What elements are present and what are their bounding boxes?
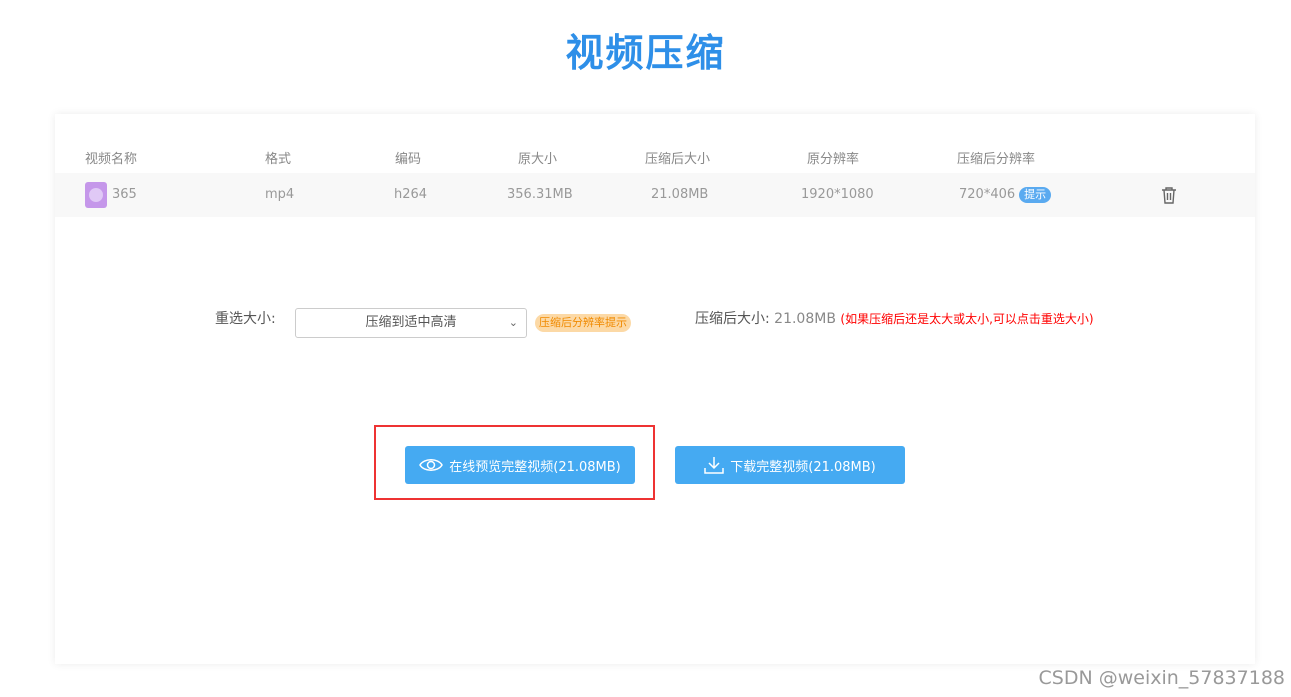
col-codec: 编码 — [395, 152, 422, 167]
eye-icon — [419, 459, 444, 471]
video-codec: h264 — [394, 187, 428, 202]
download-icon — [704, 457, 724, 474]
preview-label: 在线预览完整视频(21.08MB) — [449, 459, 621, 475]
preview-button[interactable]: 在线预览完整视频(21.08MB) — [405, 446, 635, 484]
trash-icon[interactable] — [1161, 186, 1177, 204]
col-format: 格式 — [265, 152, 292, 167]
download-label: 下载完整视频(21.08MB) — [730, 459, 876, 475]
col-comp-size: 压缩后大小 — [645, 152, 711, 167]
video-format: mp4 — [265, 187, 295, 202]
download-button[interactable]: 下载完整视频(21.08MB) — [675, 446, 905, 484]
comp-size-info: 压缩后大小: 21.08MB (如果压缩后还是太大或太小,可以点击重选大小) — [695, 308, 1094, 328]
table-row: 365 mp4 h264 356.31MB 21.08MB 1920*1080 … — [55, 173, 1255, 217]
video-comp-res: 720*406 — [959, 187, 1016, 202]
video-orig-size: 356.31MB — [507, 187, 573, 202]
col-name: 视频名称 — [85, 152, 138, 167]
video-comp-size: 21.08MB — [651, 187, 709, 202]
select-value: 压缩到适中高清 — [365, 315, 457, 330]
size-note: (如果压缩后还是太大或太小,可以点击重选大小) — [840, 312, 1094, 326]
page-title: 视频压缩 — [565, 31, 726, 75]
video-file-icon — [85, 182, 107, 208]
chevron-down-icon: ⌄ — [508, 316, 518, 329]
size-value: 21.08MB — [774, 311, 836, 327]
compress-card: 视频名称 格式 编码 原大小 压缩后大小 原分辨率 压缩后分辨率 365 mp4… — [55, 114, 1255, 664]
video-comp-res-cell: 720*406 提示 — [959, 173, 1052, 217]
reselect-label: 重选大小: — [215, 311, 276, 327]
video-orig-res: 1920*1080 — [801, 187, 874, 202]
col-orig-res: 原分辨率 — [807, 152, 860, 167]
res-tip-badge[interactable]: 压缩后分辨率提示 — [535, 314, 631, 332]
tip-badge[interactable]: 提示 — [1019, 187, 1052, 203]
col-orig-size: 原大小 — [518, 152, 558, 167]
size-label: 压缩后大小: — [695, 311, 770, 327]
size-select[interactable]: 压缩到适中高清 ⌄ — [295, 308, 527, 338]
watermark: CSDN @weixin_57837188 — [1038, 667, 1286, 689]
col-comp-res: 压缩后分辨率 — [957, 152, 1036, 167]
video-name: 365 — [112, 187, 137, 202]
table-header: 视频名称 格式 编码 原大小 压缩后大小 原分辨率 压缩后分辨率 — [55, 150, 1255, 170]
